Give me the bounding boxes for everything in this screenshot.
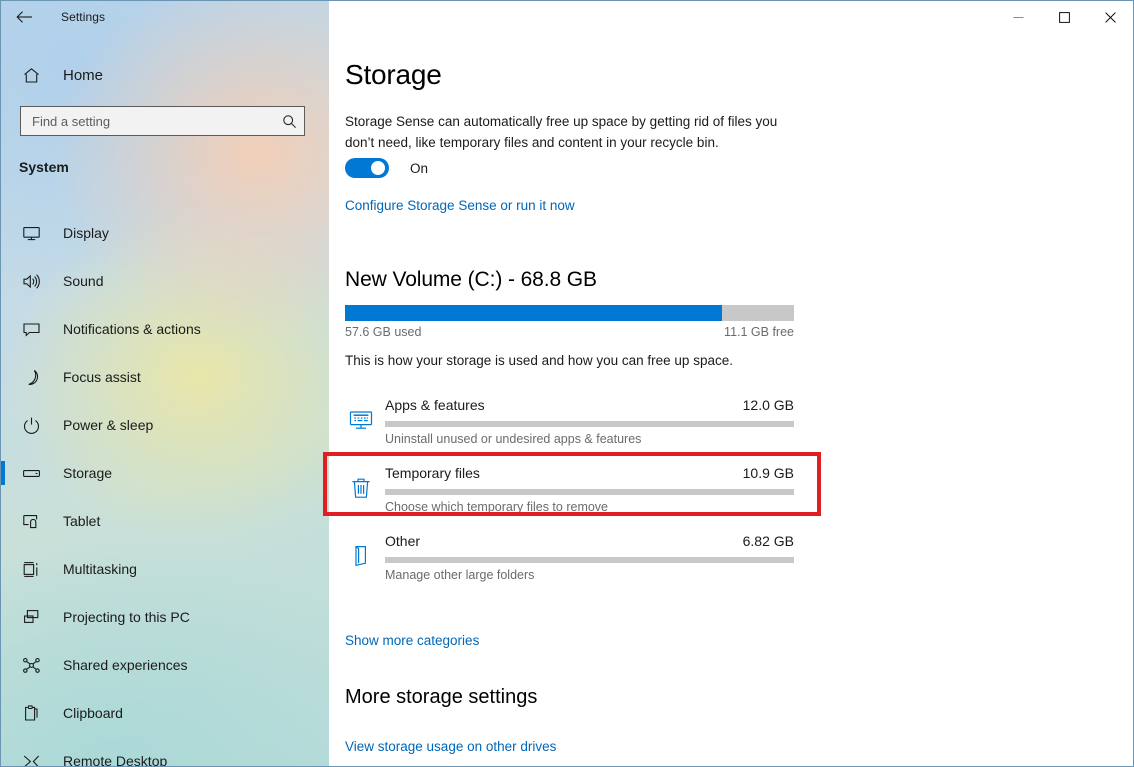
folder-page-icon xyxy=(345,540,377,572)
navigation-sidebar: Home System Display xyxy=(1,1,329,767)
speaker-icon xyxy=(19,269,43,293)
sidebar-item-label: Clipboard xyxy=(63,705,123,721)
category-subtitle: Manage other large folders xyxy=(385,568,534,582)
show-more-categories-link[interactable]: Show more categories xyxy=(345,633,479,648)
more-storage-settings-title: More storage settings xyxy=(345,686,537,709)
volume-usage-fill xyxy=(345,305,722,321)
title-bar-drag-area xyxy=(329,1,995,33)
minimize-button[interactable] xyxy=(995,1,1041,33)
storage-sense-toggle-state: On xyxy=(410,161,428,176)
remote-desktop-icon xyxy=(19,749,43,767)
power-icon xyxy=(19,413,43,437)
minimize-icon xyxy=(1013,12,1024,23)
sidebar-item-label: Sound xyxy=(63,273,103,289)
trash-bin-icon xyxy=(345,472,377,504)
projection-icon xyxy=(19,605,43,629)
title-bar-left: Settings xyxy=(1,1,329,33)
sidebar-item-home[interactable]: Home xyxy=(1,59,329,91)
sidebar-item-power-sleep[interactable]: Power & sleep xyxy=(1,401,329,449)
sidebar-item-label: Display xyxy=(63,225,109,241)
sidebar-nav-list: Display Sound xyxy=(1,209,329,767)
sidebar-item-label: Storage xyxy=(63,465,112,481)
search-box[interactable] xyxy=(20,106,305,136)
sidebar-item-label: Focus assist xyxy=(63,369,141,385)
search-input[interactable] xyxy=(21,114,274,129)
category-usage-bar xyxy=(385,489,794,495)
category-subtitle: Choose which temporary files to remove xyxy=(385,500,608,514)
category-subtitle: Uninstall unused or undesired apps & fea… xyxy=(385,432,641,446)
search-icon[interactable] xyxy=(274,107,304,135)
volume-hint-text: This is how your storage is used and how… xyxy=(345,353,733,368)
volume-usage-bar xyxy=(345,305,794,321)
sidebar-item-sound[interactable]: Sound xyxy=(1,257,329,305)
storage-category-row[interactable]: Temporary files 10.9 GB Choose which tem… xyxy=(329,456,1133,524)
share-nodes-icon xyxy=(19,653,43,677)
drive-icon xyxy=(19,461,43,485)
storage-category-row[interactable]: Apps & features 12.0 GB Uninstall unused… xyxy=(329,388,1133,456)
sidebar-item-focus-assist[interactable]: Focus assist xyxy=(1,353,329,401)
main-content-panel: Storage Storage Sense can automatically … xyxy=(329,33,1133,767)
monitor-icon xyxy=(19,221,43,245)
maximize-button[interactable] xyxy=(1041,1,1087,33)
sidebar-item-label: Notifications & actions xyxy=(63,321,201,337)
clipboard-icon xyxy=(19,701,43,725)
sidebar-item-label: Remote Desktop xyxy=(63,753,167,767)
sidebar-item-label: Projecting to this PC xyxy=(63,609,190,625)
category-size: 10.9 GB xyxy=(385,465,794,481)
apps-features-icon xyxy=(345,404,377,436)
settings-window: Home System Display xyxy=(0,0,1134,767)
maximize-icon xyxy=(1059,12,1070,23)
view-storage-usage-link[interactable]: View storage usage on other drives xyxy=(345,739,556,754)
window-controls xyxy=(995,1,1133,33)
close-button[interactable] xyxy=(1087,1,1133,33)
toggle-knob xyxy=(371,161,385,175)
sidebar-item-tablet[interactable]: Tablet xyxy=(1,497,329,545)
category-size: 6.82 GB xyxy=(385,533,794,549)
back-button[interactable] xyxy=(1,1,47,33)
title-bar: Settings xyxy=(1,1,1133,33)
sidebar-section-title: System xyxy=(19,159,69,175)
volume-free-label: 11.1 GB free xyxy=(345,325,794,339)
sidebar-item-multitasking[interactable]: Multitasking xyxy=(1,545,329,593)
selection-indicator xyxy=(1,461,5,485)
sidebar-item-label: Tablet xyxy=(63,513,100,529)
storage-sense-toggle[interactable] xyxy=(345,158,389,178)
sidebar-item-projecting[interactable]: Projecting to this PC xyxy=(1,593,329,641)
sidebar-item-notifications[interactable]: Notifications & actions xyxy=(1,305,329,353)
sidebar-item-shared-experiences[interactable]: Shared experiences xyxy=(1,641,329,689)
app-title: Settings xyxy=(61,10,105,24)
storage-sense-description: Storage Sense can automatically free up … xyxy=(345,111,795,153)
storage-sense-toggle-row[interactable]: On xyxy=(345,158,428,178)
category-size: 12.0 GB xyxy=(385,397,794,413)
sidebar-home-label: Home xyxy=(63,67,103,84)
sidebar-item-storage[interactable]: Storage xyxy=(1,449,329,497)
sidebar-item-label: Shared experiences xyxy=(63,657,188,673)
back-arrow-icon xyxy=(16,10,33,24)
sidebar-item-display[interactable]: Display xyxy=(1,209,329,257)
page-title: Storage xyxy=(345,59,442,91)
comment-icon xyxy=(19,317,43,341)
category-usage-bar xyxy=(385,557,794,563)
sidebar-item-clipboard[interactable]: Clipboard xyxy=(1,689,329,737)
multitasking-icon xyxy=(19,557,43,581)
configure-storage-sense-link[interactable]: Configure Storage Sense or run it now xyxy=(345,198,575,213)
moon-icon xyxy=(19,365,43,389)
sidebar-item-remote-desktop[interactable]: Remote Desktop xyxy=(1,737,329,767)
volume-title: New Volume (C:) - 68.8 GB xyxy=(345,268,597,292)
sidebar-item-label: Power & sleep xyxy=(63,417,153,433)
category-usage-bar xyxy=(385,421,794,427)
storage-category-row[interactable]: Other 6.82 GB Manage other large folders xyxy=(329,524,1133,592)
close-icon xyxy=(1105,12,1116,23)
tablet-hand-icon xyxy=(19,509,43,533)
home-icon xyxy=(19,63,43,87)
sidebar-item-label: Multitasking xyxy=(63,561,137,577)
storage-categories-list: Apps & features 12.0 GB Uninstall unused… xyxy=(329,388,1133,592)
